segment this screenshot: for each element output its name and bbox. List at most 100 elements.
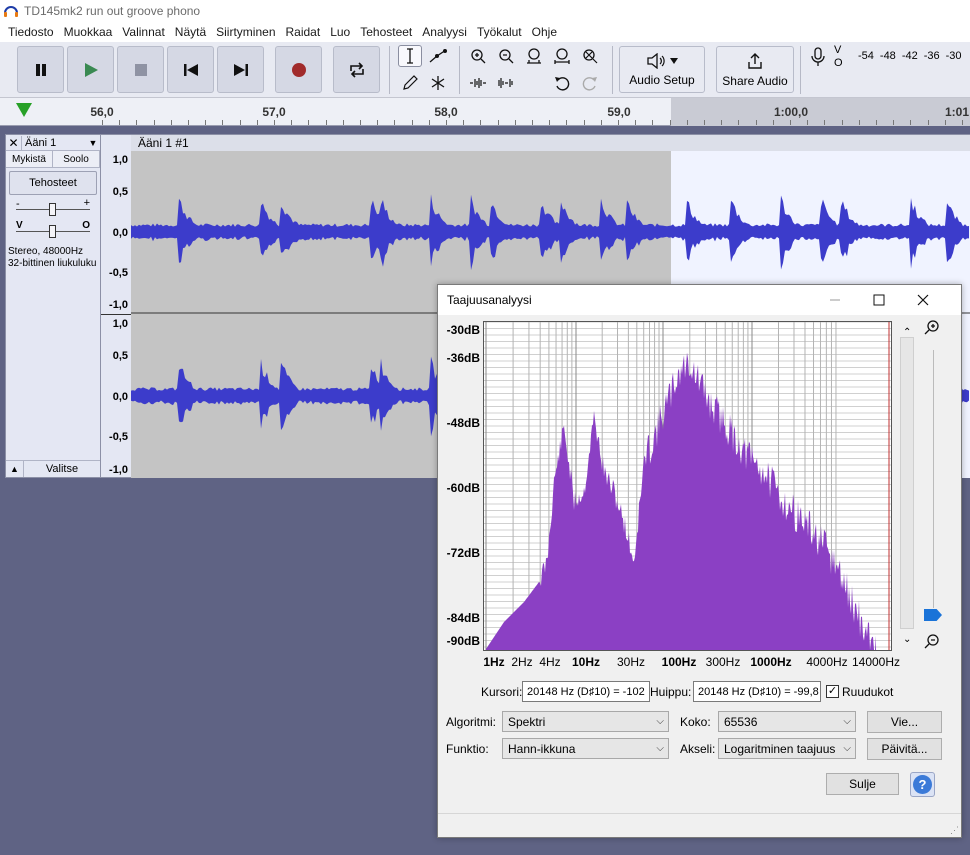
cursor-value-field[interactable]: 20148 Hz (D♯10) = -102 bbox=[522, 681, 650, 702]
minimize-button[interactable] bbox=[813, 285, 857, 315]
ruler-tick bbox=[463, 120, 464, 125]
close-button[interactable]: Sulje bbox=[826, 773, 899, 795]
dialog-title: Taajuusanalyysi bbox=[447, 293, 532, 307]
meter-tick: -54 bbox=[858, 50, 874, 62]
clip-title-bar[interactable]: Ääni 1 #1 bbox=[131, 134, 970, 151]
meter-scale[interactable]: -54 -48 -42 -36 -30 bbox=[858, 50, 962, 62]
selection-tool-button[interactable] bbox=[398, 45, 422, 67]
toolbar-separator bbox=[459, 46, 460, 94]
audacity-logo-icon bbox=[2, 3, 20, 19]
skip-to-start-button[interactable] bbox=[167, 46, 214, 93]
zoom-toggle-button[interactable] bbox=[578, 45, 602, 67]
zoom-slider-thumb[interactable] bbox=[924, 609, 942, 621]
pan-slider[interactable]: V O bbox=[6, 220, 100, 242]
stop-button[interactable] bbox=[117, 46, 164, 93]
silence-audio-button[interactable] bbox=[494, 72, 518, 94]
fit-project-button[interactable] bbox=[550, 45, 574, 67]
ruler-tick bbox=[532, 120, 533, 125]
update-button[interactable]: Päivitä... bbox=[867, 738, 942, 760]
menu-help[interactable]: Ohje bbox=[527, 25, 562, 39]
gain-slider[interactable]: - + bbox=[6, 197, 100, 220]
grid-checkbox[interactable]: ✓ bbox=[826, 685, 839, 698]
amplitude-scale[interactable]: 1,0 0,5 0,0 -0,5 -1,0 1,0 0,5 0,0 -0,5 -… bbox=[101, 134, 131, 478]
undo-button[interactable] bbox=[550, 72, 574, 94]
help-button[interactable]: ? bbox=[910, 772, 935, 797]
function-value: Hann-ikkuna bbox=[508, 741, 576, 756]
envelope-tool-button[interactable] bbox=[426, 45, 450, 67]
ruler-tick bbox=[893, 120, 894, 125]
timeline-ruler[interactable]: 56,0 57,0 58,0 59,0 1:00,0 1:01 bbox=[0, 98, 970, 126]
dialog-title-bar[interactable]: Taajuusanalyysi bbox=[438, 285, 961, 315]
play-icon bbox=[84, 62, 98, 77]
resize-grip-icon[interactable]: ⋰ bbox=[950, 825, 959, 836]
menu-generate[interactable]: Luo bbox=[325, 25, 355, 39]
menu-edit[interactable]: Muokkaa bbox=[59, 25, 118, 39]
ruler-label: 1:01 bbox=[944, 105, 970, 119]
effects-button[interactable]: Tehosteet bbox=[9, 171, 97, 195]
menu-tracks[interactable]: Raidat bbox=[281, 25, 326, 39]
draw-tool-button[interactable] bbox=[398, 72, 422, 94]
multi-tool-button[interactable] bbox=[426, 72, 450, 94]
menu-effect[interactable]: Tehosteet bbox=[355, 25, 417, 39]
x-axis-label: 4Hz bbox=[539, 655, 561, 669]
ruler-label: 58,0 bbox=[434, 105, 458, 119]
skip-to-end-button[interactable] bbox=[217, 46, 264, 93]
redo-button[interactable] bbox=[578, 72, 602, 94]
ruler-tick bbox=[687, 120, 688, 125]
size-select[interactable]: 65536 ⌵ bbox=[718, 711, 856, 732]
pan-slider-thumb[interactable] bbox=[49, 225, 56, 238]
microphone-button[interactable] bbox=[808, 46, 830, 70]
size-label: Koko: bbox=[680, 715, 711, 729]
track-name[interactable]: Ääni 1 bbox=[22, 137, 86, 149]
menu-file[interactable]: Tiedosto bbox=[3, 25, 59, 39]
zoom-in-button[interactable] bbox=[466, 45, 490, 67]
collapse-track-icon[interactable]: ▲ bbox=[6, 461, 24, 477]
select-track-button[interactable]: Valitse bbox=[24, 461, 100, 477]
spectrum-plot[interactable] bbox=[483, 321, 892, 651]
fit-selection-button[interactable] bbox=[522, 45, 546, 67]
menu-select[interactable]: Valinnat bbox=[117, 25, 169, 39]
ruler-tick bbox=[773, 120, 774, 125]
algorithm-select[interactable]: Spektri ⌵ bbox=[502, 711, 669, 732]
menu-transport[interactable]: Siirtyminen bbox=[211, 25, 280, 39]
maximize-button[interactable] bbox=[857, 285, 901, 315]
zoom-in-icon bbox=[471, 49, 486, 64]
scroll-up-icon[interactable]: ⌃ bbox=[903, 327, 911, 338]
ruler-tick bbox=[618, 120, 619, 125]
x-axis-label: 1000Hz bbox=[750, 655, 792, 669]
peak-value-field[interactable]: 20148 Hz (D♯10) = -99,8 bbox=[693, 681, 821, 702]
menu-analyze[interactable]: Analyysi bbox=[417, 25, 472, 39]
ruler-tick bbox=[343, 120, 344, 125]
menu-tools[interactable]: Työkalut bbox=[472, 25, 527, 39]
pause-button[interactable] bbox=[17, 46, 64, 93]
ruler-tick bbox=[566, 120, 567, 125]
share-icon bbox=[748, 52, 762, 69]
axis-select[interactable]: Logaritminen taajuus ⌵ bbox=[718, 738, 856, 759]
zoom-out-button[interactable] bbox=[494, 45, 518, 67]
loop-button[interactable] bbox=[333, 46, 380, 93]
play-head-icon[interactable] bbox=[16, 103, 32, 117]
track-header: ✕ Ääni 1 ▼ bbox=[6, 135, 100, 151]
mute-button[interactable]: Mykistä bbox=[6, 151, 53, 167]
record-button[interactable] bbox=[275, 46, 322, 93]
close-dialog-button[interactable] bbox=[901, 285, 945, 315]
play-button[interactable] bbox=[67, 46, 114, 93]
window-title: TD145mk2 run out groove phono bbox=[24, 4, 201, 18]
x-axis-label: 10Hz bbox=[571, 655, 601, 669]
redo-icon bbox=[582, 77, 597, 91]
meter-tick: -36 bbox=[923, 50, 940, 62]
solo-button[interactable]: Soolo bbox=[53, 151, 100, 167]
gain-slider-thumb[interactable] bbox=[49, 203, 56, 216]
zoom-in-icon[interactable] bbox=[924, 319, 940, 338]
spectrum-scrollbar[interactable] bbox=[900, 337, 914, 629]
trim-audio-button[interactable] bbox=[466, 72, 490, 94]
export-button[interactable]: Vie... bbox=[867, 711, 942, 733]
close-track-button[interactable]: ✕ bbox=[6, 135, 22, 150]
function-select[interactable]: Hann-ikkuna ⌵ bbox=[502, 738, 669, 759]
share-audio-button[interactable]: Share Audio bbox=[716, 46, 794, 93]
scroll-down-icon[interactable]: ⌄ bbox=[903, 634, 911, 645]
audio-setup-button[interactable]: Audio Setup bbox=[619, 46, 705, 93]
zoom-out-icon[interactable] bbox=[924, 633, 940, 652]
menu-view[interactable]: Näytä bbox=[170, 25, 211, 39]
track-menu-chevron-icon[interactable]: ▼ bbox=[86, 138, 100, 148]
